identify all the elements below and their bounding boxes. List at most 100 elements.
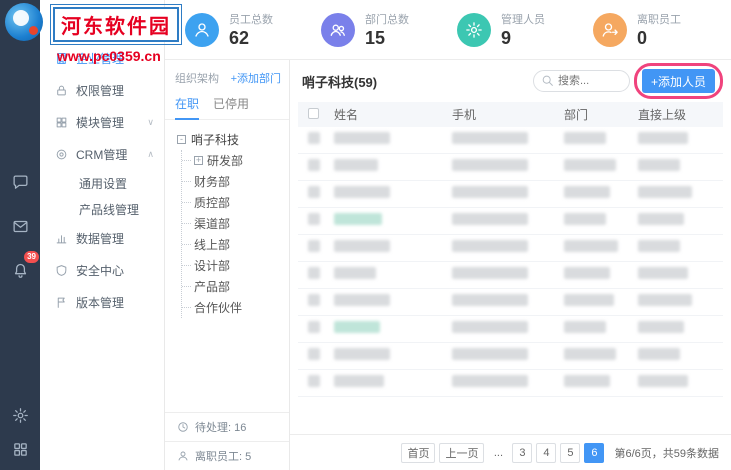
table-row[interactable] [298,343,723,370]
page-button-3[interactable]: 3 [512,442,533,463]
table-row[interactable] [298,208,723,235]
menu-item-版本管理[interactable]: 版本管理 [40,286,164,318]
org-tab-已停用[interactable]: 已停用 [213,92,249,119]
chevron-up-icon: ∧ [147,148,154,159]
tree-item-label: 产品部 [194,280,231,294]
stat-card-managers: 管理人员 9 [457,11,593,49]
org-head: 组织架构 +添加部门 [165,60,289,92]
blurred-superior [638,375,688,387]
icon-rail: 39 [0,0,40,470]
row-checkbox[interactable] [308,267,320,279]
tree-item-label: 合作伙伴 [194,301,243,315]
resigned-row[interactable]: 离职员工: 5 [165,441,289,470]
tree-item-label: 设计部 [194,259,231,273]
menu-item-数据管理[interactable]: 数据管理 [40,222,164,254]
notifications-bell-icon[interactable]: 39 [0,248,40,292]
tree-item-线上部[interactable]: 线上部 [182,234,289,255]
permission-icon [55,83,69,97]
toolbar: 哨子科技(59) +添加人员 [290,60,731,102]
tree-root-node[interactable]: - 哨子科技 [177,131,289,148]
select-all-checkbox[interactable] [308,107,319,119]
blurred-superior [638,132,688,144]
page-button-...[interactable]: ... [488,443,508,463]
app-window: 39 企业管理 权限管理 模块管理 ∨ CRM管理 ∧ 通用设置产品线管理数据管理安全中心版… [0,0,731,470]
row-checkbox[interactable] [308,132,320,144]
table-row[interactable] [298,289,723,316]
row-checkbox[interactable] [308,348,320,360]
org-tab-在职[interactable]: 在职 [175,92,200,120]
add-member-wrap: +添加人员 [633,63,723,99]
row-checkbox[interactable] [308,186,320,198]
row-checkbox[interactable] [308,213,320,225]
row-checkbox[interactable] [308,159,320,171]
stat-label: 管理人员 [501,13,545,26]
table-row[interactable] [298,370,723,397]
menu-item-通用设置[interactable]: 通用设置 [40,170,164,196]
page-button-4[interactable]: 4 [536,442,557,463]
table-row[interactable] [298,262,723,289]
tree-item-质控部[interactable]: 质控部 [182,192,289,213]
blurred-department [564,267,610,279]
stats-header: 员工总数 62 部门总数 15 管理人员 9 离职员工 0 [165,0,731,60]
menu-item-企业管理[interactable]: 企业管理 [40,42,164,74]
blurred-phone [452,132,528,144]
stat-value: 0 [637,27,648,48]
tree-root-label: 哨子科技 [191,133,240,147]
expand-icon[interactable]: + [194,156,203,165]
page-button-上一页[interactable]: 上一页 [439,442,485,463]
table-row[interactable] [298,235,723,262]
blurred-name [334,159,378,171]
tree-item-财务部[interactable]: 财务部 [182,171,289,192]
add-member-button[interactable]: +添加人员 [641,69,715,93]
tree-item-label: 财务部 [194,175,231,189]
blurred-department [564,159,616,171]
menu-item-label: 模块管理 [76,115,125,130]
table-row[interactable] [298,316,723,343]
page-title: 哨子科技(59) [302,74,378,90]
row-checkbox[interactable] [308,375,320,387]
column-header-部门: 部门 [564,108,589,122]
add-department-link[interactable]: +添加部门 [231,70,281,86]
search-box [532,70,630,92]
menu-item-CRM管理[interactable]: CRM管理 ∧ [40,138,164,170]
menu-item-label: 产品线管理 [79,202,140,217]
menu-item-label: CRM管理 [76,147,128,162]
blurred-department [564,375,610,387]
apps-grid-icon[interactable] [0,432,40,466]
collapse-icon[interactable]: - [177,135,186,144]
blurred-department [564,213,606,225]
tree-item-研发部[interactable]: + 研发部 [182,150,289,171]
blurred-name [334,213,382,225]
table-row[interactable] [298,127,723,154]
row-checkbox[interactable] [308,294,320,306]
settings-gear-icon[interactable] [0,398,40,432]
row-checkbox[interactable] [308,321,320,333]
menu-item-label: 通用设置 [79,176,128,191]
menu-item-产品线管理[interactable]: 产品线管理 [40,196,164,222]
table-row[interactable] [298,181,723,208]
security-icon [55,263,69,277]
tree-item-合作伙伴[interactable]: 合作伙伴 [182,297,289,318]
tree-item-设计部[interactable]: 设计部 [182,255,289,276]
mail-icon[interactable] [0,204,40,248]
blurred-name [334,186,390,198]
page-button-6[interactable]: 6 [584,442,605,463]
table-row[interactable] [298,154,723,181]
menu-item-label: 版本管理 [76,295,125,310]
menu-item-权限管理[interactable]: 权限管理 [40,74,164,106]
blurred-name [334,240,390,252]
column-header-手机: 手机 [452,108,477,122]
pending-row[interactable]: 待处理: 16 [165,412,289,441]
tree-item-产品部[interactable]: 产品部 [182,276,289,297]
blurred-name [334,375,384,387]
menu-item-安全中心[interactable]: 安全中心 [40,254,164,286]
row-checkbox[interactable] [308,240,320,252]
crm-icon [55,147,69,161]
page-button-5[interactable]: 5 [560,442,581,463]
page-button-首页[interactable]: 首页 [401,442,436,463]
menu-item-模块管理[interactable]: 模块管理 ∨ [40,106,164,138]
tree-item-渠道部[interactable]: 渠道部 [182,213,289,234]
chat-icon[interactable] [0,160,40,204]
menu-item-label: 数据管理 [76,231,125,246]
table-header: 姓名 手机 部门 直接上级 [298,102,723,127]
